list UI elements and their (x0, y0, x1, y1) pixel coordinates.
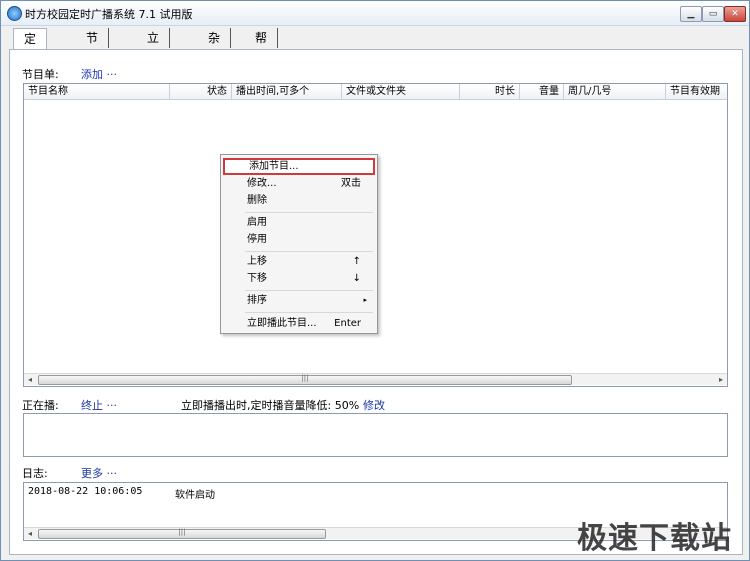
menu-item-delete[interactable]: 删除 (223, 192, 375, 209)
watermark-text: 极速下载站 (577, 521, 732, 556)
arrow-down-icon: ↓ (352, 273, 361, 284)
scroll-thumb[interactable]: ||| (38, 374, 572, 385)
menu-label: 立即播此节目... (247, 318, 317, 329)
log-entry-time: 2018-08-22 10:06:05 (28, 486, 143, 497)
col-file[interactable]: 文件或文件夹 (342, 84, 460, 99)
menu-separator (245, 290, 373, 291)
col-volume[interactable]: 音量 (520, 84, 564, 99)
submenu-arrow-icon: ▸ (363, 296, 367, 304)
tab-play-now[interactable]: 立即播 (137, 28, 171, 85)
playing-label: 正在播: (22, 399, 59, 412)
menu-shortcut: 双击 (341, 178, 361, 189)
modify-volume-link[interactable]: 修改 (363, 397, 385, 413)
col-air-time[interactable]: 播出时间,可多个 (232, 84, 342, 99)
menu-label: 下移 (247, 273, 267, 284)
main-window: 时方校园定时广播系统 7.1 试用版 ▁ ▭ ✕ 定时播 节假日 立即播 杂项 … (0, 0, 750, 561)
menu-label: 上移 (247, 256, 267, 267)
scroll-left-icon[interactable]: ◂ (24, 374, 36, 385)
program-list-header: 节目名称 状态 播出时间,可多个 文件或文件夹 时长 音量 周几/几号 节目有效… (24, 84, 727, 100)
more-dots: ··· (106, 467, 118, 480)
scroll-thumb[interactable]: ||| (38, 528, 326, 539)
add-more-dots: ··· (106, 68, 118, 81)
scroll-right-icon[interactable]: ▸ (715, 374, 727, 385)
tab-scheduled[interactable]: 定时播 (13, 28, 48, 86)
add-program-link[interactable]: 添加 ··· (81, 66, 117, 82)
program-list-hscrollbar[interactable]: ◂ ||| ▸ (24, 373, 727, 385)
minimize-icon: ▁ (687, 9, 695, 19)
menu-item-play-now[interactable]: 立即播此节目... Enter (223, 315, 375, 332)
menu-item-enable[interactable]: 启用 (223, 214, 375, 231)
menu-item-edit[interactable]: 修改... 双击 (223, 175, 375, 192)
grip-icon: ||| (301, 374, 309, 382)
grip-icon: ||| (178, 528, 186, 536)
menu-item-add-program[interactable]: 添加节目... (223, 158, 375, 175)
col-weekday[interactable]: 周几/几号 (564, 84, 666, 99)
title-bar: 时方校园定时广播系统 7.1 试用版 ▁ ▭ ✕ (1, 1, 749, 26)
arrow-up-icon: ↑ (352, 256, 361, 267)
menu-label: 添加节目... (249, 161, 299, 172)
col-name[interactable]: 节目名称 (24, 84, 170, 99)
now-playing-box[interactable] (23, 413, 728, 457)
close-icon: ✕ (731, 9, 739, 19)
menu-label: 停用 (247, 234, 267, 245)
more-log-link[interactable]: 更多 ··· (81, 465, 117, 481)
stop-link-text: 终止 (81, 399, 103, 412)
menu-label: 修改... (247, 178, 277, 189)
minimize-button[interactable]: ▁ (680, 6, 702, 22)
window-title: 时方校园定时广播系统 7.1 试用版 (25, 8, 193, 21)
menu-separator (245, 212, 373, 213)
col-duration[interactable]: 时长 (460, 84, 520, 99)
app-icon (7, 6, 22, 21)
menu-label: 排序 (247, 295, 267, 306)
add-link-text: 添加 (81, 68, 103, 81)
col-validity[interactable]: 节目有效期 (666, 84, 727, 99)
close-button[interactable]: ✕ (724, 6, 746, 22)
tab-holidays[interactable]: 节假日 (76, 28, 110, 85)
programs-label: 节目单: (22, 68, 59, 81)
more-link-text: 更多 (81, 467, 103, 480)
scroll-left-icon[interactable]: ◂ (24, 528, 36, 539)
maximize-button[interactable]: ▭ (702, 6, 724, 22)
col-status[interactable]: 状态 (170, 84, 232, 99)
log-entry-message: 软件启动 (175, 490, 215, 501)
stop-link[interactable]: 终止 ··· (81, 397, 117, 413)
menu-item-disable[interactable]: 停用 (223, 231, 375, 248)
menu-separator (245, 312, 373, 313)
maximize-icon: ▭ (708, 9, 718, 19)
context-menu: 添加节目... 修改... 双击 删除 启用 停用 上移 ↑ 下移 ↓ 排序 ▸ (220, 154, 378, 334)
menu-item-move-up[interactable]: 上移 ↑ (223, 253, 375, 270)
menu-label: 启用 (247, 217, 267, 228)
menu-item-sort[interactable]: 排序 ▸ (223, 292, 375, 309)
menu-shortcut: Enter (334, 318, 361, 329)
stop-more-dots: ··· (106, 399, 118, 412)
tab-misc[interactable]: 杂项 (198, 28, 232, 65)
tab-help[interactable]: 帮助~咨询专家 (245, 28, 279, 165)
volume-notice: 立即播播出时,定时播音量降低: 50% (181, 399, 360, 412)
menu-separator (245, 251, 373, 252)
menu-label: 删除 (247, 195, 267, 206)
menu-item-move-down[interactable]: 下移 ↓ (223, 270, 375, 287)
log-label: 日志: (22, 467, 48, 480)
